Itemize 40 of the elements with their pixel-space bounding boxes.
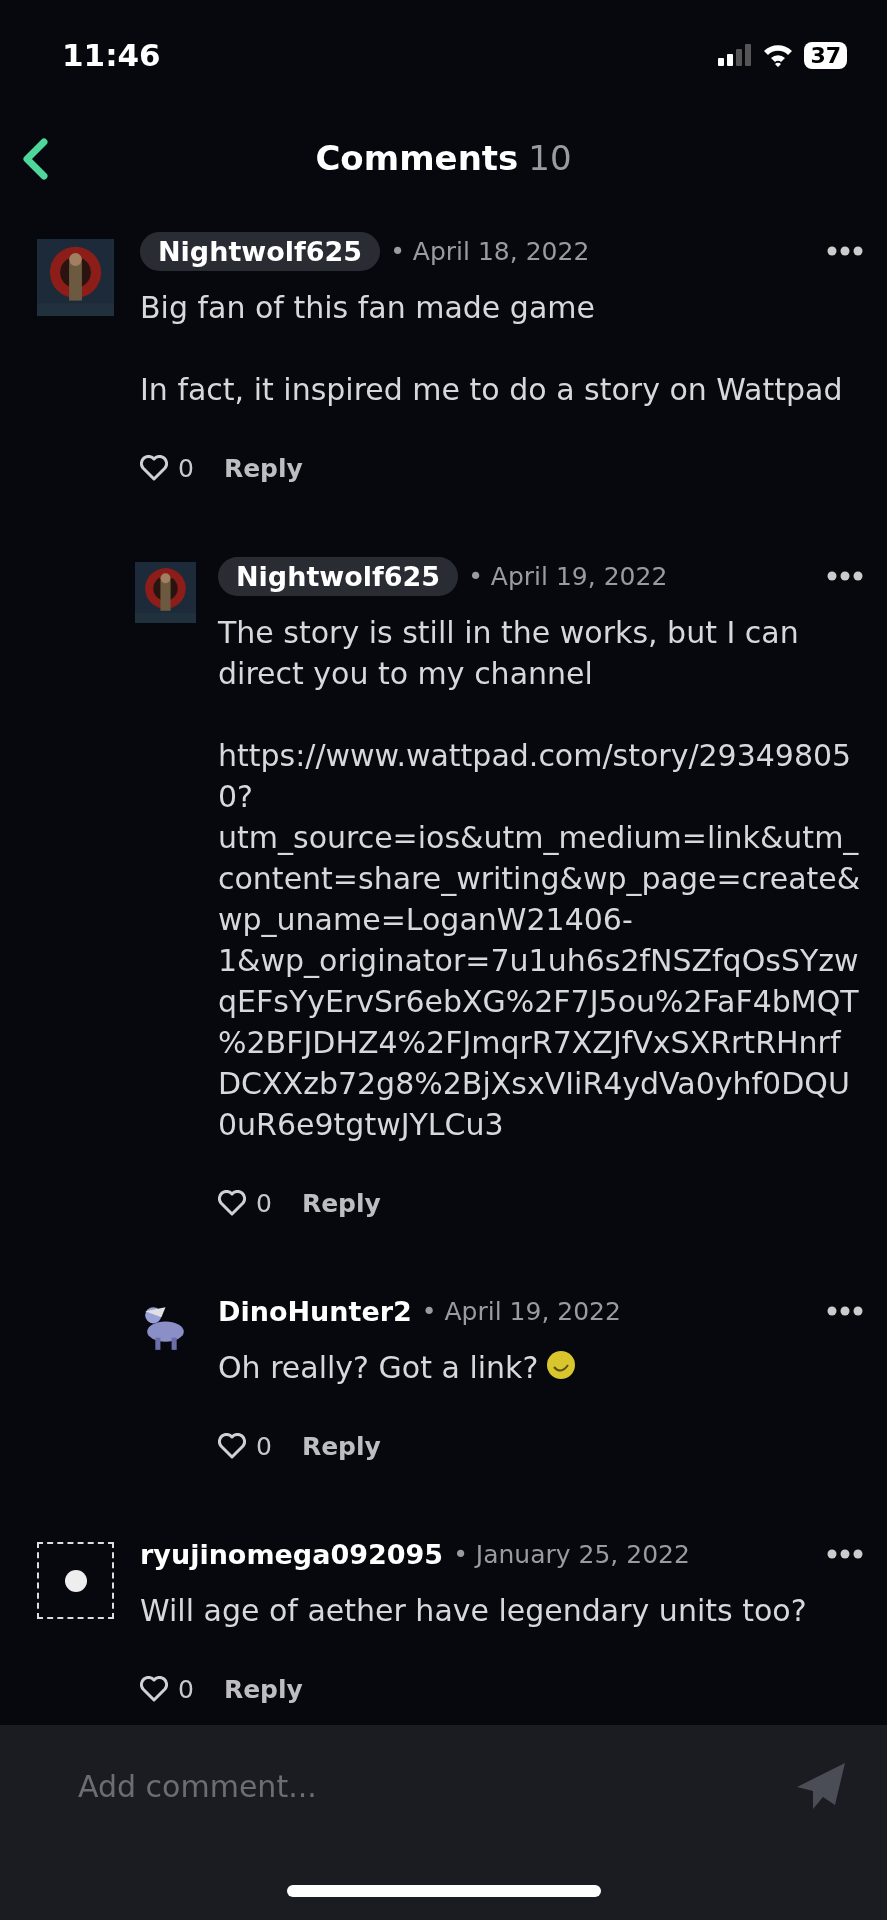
reply-button[interactable]: Reply (223, 1674, 303, 1704)
comment-field[interactable]: Add comment... (76, 1767, 795, 1805)
reply-button[interactable]: Reply (301, 1431, 381, 1461)
battery-level: 37 (804, 41, 847, 69)
page-title: Comments (315, 137, 519, 178)
like-count: 0 (178, 1674, 194, 1704)
reply-button[interactable]: Reply (301, 1188, 381, 1218)
author-name[interactable]: DinoHunter2 (218, 1295, 412, 1327)
comment-text: Will age of aether have legendary units too? (140, 1592, 808, 1630)
author-name[interactable]: Nightwolf625 (140, 231, 381, 271)
heart-icon[interactable] (140, 1676, 168, 1702)
heart-icon[interactable] (218, 1433, 246, 1459)
comment-text: https://www.wattpad.com/story/293498050?utm_source=ios&utm_medium=link&utm_content=share_writing&wp_page=create&wp_uname=LoganW21406-1&wp_originator=7u1uh6s2fNSZfqOsSYzwqEFsYyErvSr6ebXG%2F7J5ou%2FaF4bMQT%2BFJDHZ4%2FJmqrR7XZJfVxSXRrtRHnrfDCXXzb72g8%2BjXsxVIiR4ydVa0yhf0DQU0uR6e9tgtwJYLCu3 (218, 737, 862, 1144)
emoji-icon (546, 1350, 577, 1380)
heart-icon[interactable] (140, 455, 168, 481)
more-icon[interactable] (827, 1549, 863, 1559)
comment-text: The story is still in the works, but I can direct you to my channel (218, 614, 800, 693)
wifi-icon (762, 43, 795, 67)
comment-date: • April 19, 2022 (421, 1296, 621, 1326)
back-icon[interactable] (20, 137, 50, 181)
comment-date: • April 18, 2022 (390, 236, 590, 266)
status-time: 11:46 (62, 37, 161, 73)
like-count: 0 (178, 453, 194, 483)
more-icon[interactable] (827, 571, 863, 581)
comment-date: • April 19, 2022 (468, 561, 668, 591)
reply-button[interactable]: Reply (223, 453, 303, 483)
like-count: 0 (256, 1431, 272, 1461)
heart-icon[interactable] (218, 1190, 246, 1216)
more-icon[interactable] (827, 246, 863, 256)
signal-icon (718, 44, 753, 66)
comment-text: Big fan of this fan made game (140, 289, 596, 327)
comment-count: 10 (528, 137, 572, 178)
author-name[interactable]: Nightwolf625 (218, 556, 459, 596)
comment-date: • January 25, 2022 (453, 1539, 690, 1569)
more-icon[interactable] (827, 1306, 863, 1316)
avatar-icon (64, 1569, 87, 1592)
comment-text: Oh really? Got a link? (218, 1347, 863, 1388)
like-count: 0 (256, 1188, 272, 1218)
author-name[interactable]: ryujinomega092095 (140, 1538, 444, 1570)
comment-text: In fact, it inspired me to do a story on Wattpad (140, 371, 844, 409)
